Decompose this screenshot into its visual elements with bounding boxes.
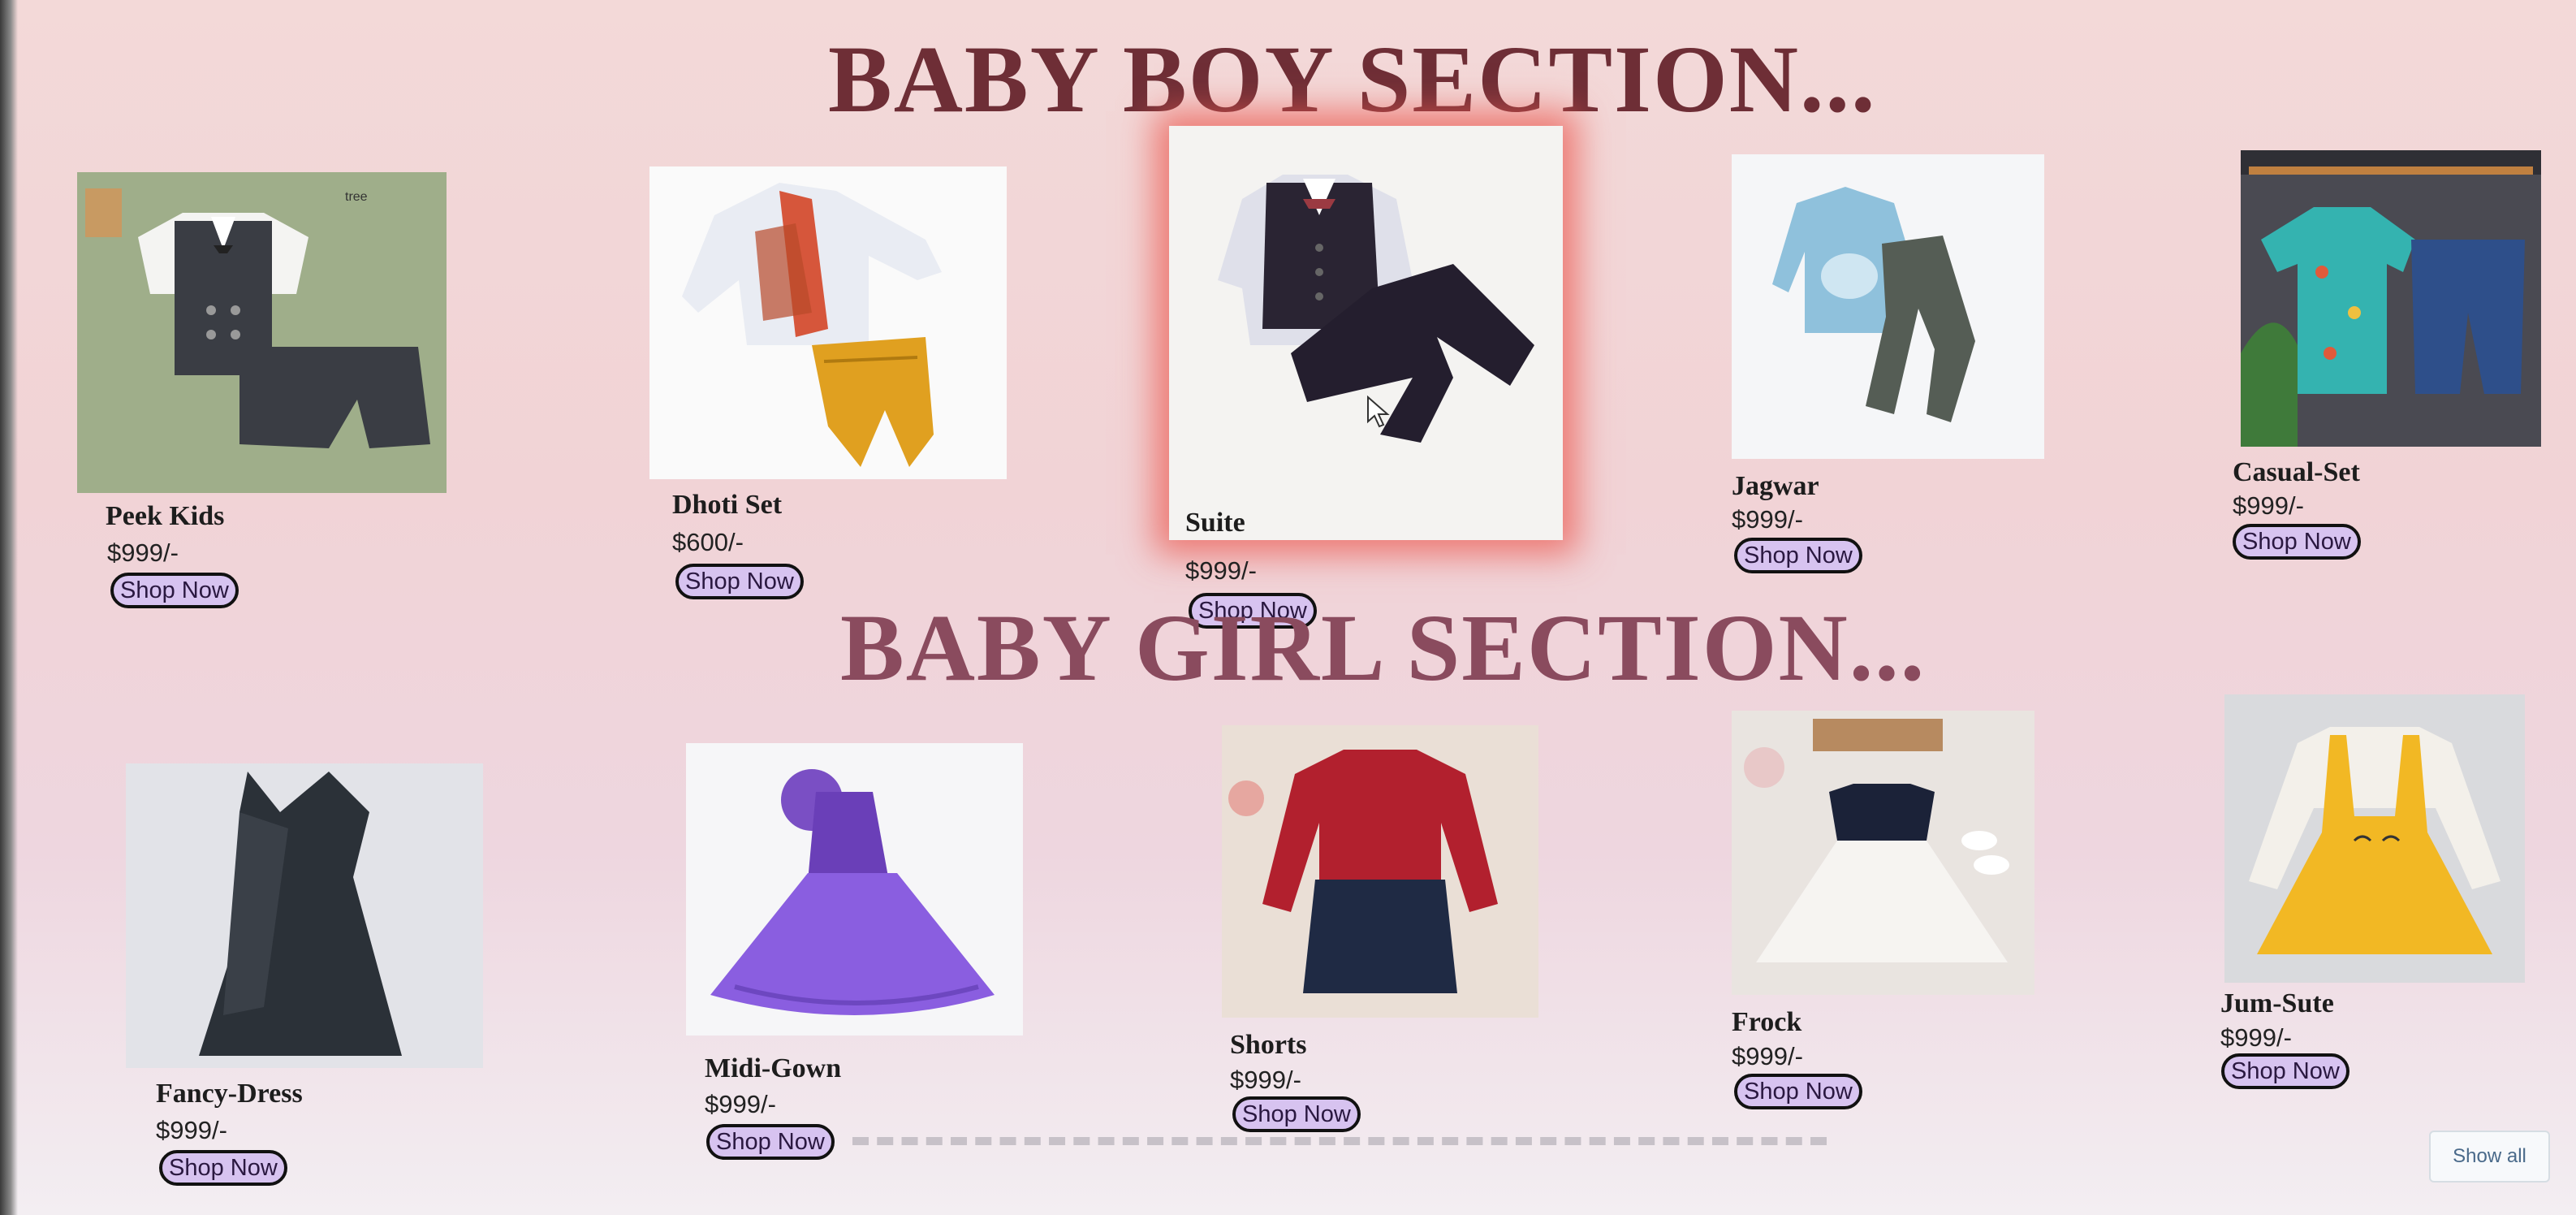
product-name: Jum-Sute: [2220, 988, 2334, 1018]
product-price: $999/-: [156, 1116, 227, 1144]
product-price: $600/-: [672, 528, 744, 556]
product-image-suite[interactable]: [1185, 142, 1547, 483]
shop-now-button[interactable]: Shop Now: [110, 573, 239, 608]
product-name: Casual-Set: [2233, 457, 2360, 487]
product-price: $999/-: [705, 1090, 776, 1118]
girl-section-title: BABY GIRL SECTION...: [840, 595, 1927, 701]
shop-now-button[interactable]: Shop Now: [675, 564, 804, 599]
product-image-fancy-dress[interactable]: [126, 763, 483, 1068]
product-name: Frock: [1732, 1007, 1802, 1037]
product-name: Suite: [1185, 508, 1245, 538]
product-name: Peek Kids: [106, 501, 225, 531]
product-image-dhoti-set[interactable]: [649, 166, 1007, 479]
show-all-button[interactable]: Show all: [2429, 1131, 2550, 1183]
product-name: Midi-Gown: [705, 1053, 842, 1083]
product-price: $999/-: [2220, 1023, 2292, 1052]
product-image-jum-sute[interactable]: [2224, 694, 2525, 983]
boy-section-title: BABY BOY SECTION...: [828, 26, 1877, 132]
shop-now-button[interactable]: Shop Now: [1734, 1074, 1862, 1109]
svg-text:tree: tree: [345, 190, 368, 204]
product-image-casual-set[interactable]: [2241, 150, 2541, 447]
product-name: Jagwar: [1732, 471, 1819, 501]
shop-now-button[interactable]: Shop Now: [706, 1124, 835, 1160]
shop-now-button[interactable]: Shop Now: [2233, 524, 2361, 560]
product-image-midi-gown[interactable]: [686, 743, 1023, 1036]
product-name: Shorts: [1230, 1030, 1307, 1060]
product-image-jagwar[interactable]: [1732, 154, 2044, 459]
shop-now-button[interactable]: Shop Now: [159, 1150, 287, 1186]
product-image-shorts[interactable]: [1222, 725, 1538, 1018]
product-price: $999/-: [1230, 1066, 1301, 1094]
product-card-suite-hovered[interactable]: Suite: [1169, 126, 1563, 540]
product-price: $999/-: [2233, 491, 2304, 520]
shop-now-button[interactable]: Shop Now: [2221, 1053, 2349, 1089]
product-price: $999/-: [1185, 556, 1257, 585]
monitor-bezel: [0, 0, 18, 1215]
product-image-peek-kids[interactable]: tree: [77, 172, 447, 493]
product-image-frock[interactable]: [1732, 711, 2034, 995]
next-section-title-fragment: [852, 1137, 1827, 1163]
shop-now-button[interactable]: Shop Now: [1232, 1096, 1361, 1132]
product-name: Dhoti Set: [672, 490, 783, 520]
product-name: Fancy-Dress: [156, 1079, 303, 1109]
shop-now-button[interactable]: Shop Now: [1734, 538, 1862, 573]
product-price: $999/-: [107, 538, 179, 567]
product-price: $999/-: [1732, 505, 1803, 534]
product-price: $999/-: [1732, 1042, 1803, 1070]
mouse-cursor-icon: [1367, 396, 1390, 428]
